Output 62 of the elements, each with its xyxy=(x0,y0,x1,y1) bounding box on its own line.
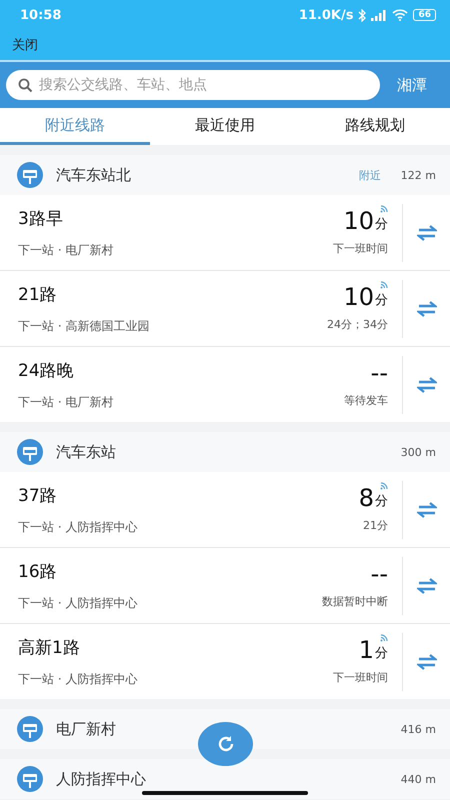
station-distance: 300 m xyxy=(400,446,436,458)
time-unit: 分 xyxy=(375,216,388,233)
bus-stop-icon xyxy=(16,161,44,189)
station-distance: 416 m xyxy=(400,722,436,736)
next-stop: 下一站 · 高新德国工业园 xyxy=(18,318,150,334)
tab[interactable]: 最近使用 xyxy=(150,108,300,145)
station-header[interactable]: 汽车东站 300 m xyxy=(0,432,450,472)
station-name: 汽车东站北 xyxy=(56,166,132,184)
arrival-note: 等待发车 xyxy=(344,393,388,408)
signal-icon xyxy=(371,10,388,20)
station-distance: 122 m xyxy=(400,168,436,182)
arrival-time: -- xyxy=(370,562,388,586)
bus-stop-icon xyxy=(16,715,44,743)
search-icon xyxy=(18,78,33,92)
swap-icon xyxy=(416,376,436,392)
bus-stop-icon xyxy=(16,765,44,793)
wifi-icon xyxy=(392,9,408,21)
station-header[interactable]: 电厂新村 416 m xyxy=(0,709,450,749)
station-header[interactable]: 人防指挥中心 440 m xyxy=(0,759,450,799)
bluetooth-icon xyxy=(358,8,366,22)
arrival-time: -- xyxy=(370,361,388,385)
swap-icon xyxy=(416,224,436,240)
arrival-note: 21分 xyxy=(363,518,388,533)
swap-icon xyxy=(416,300,436,316)
station-name: 人防指挥中心 xyxy=(56,770,147,788)
route-name: 37路 xyxy=(18,484,58,506)
arrival-time: 8 xyxy=(358,486,374,510)
next-stop: 下一站 · 电厂新村 xyxy=(18,242,114,258)
route-name: 24路晚 xyxy=(18,360,75,382)
time-unit: 分 xyxy=(375,493,388,510)
arrival-note: 下一班时间 xyxy=(333,670,388,685)
arrival-time: 10 xyxy=(343,285,374,309)
arrival-note: 24分；34分 xyxy=(327,317,388,332)
time-unit: 分 xyxy=(375,645,388,662)
next-stop: 下一站 · 人防指挥中心 xyxy=(18,670,138,688)
swap-icon xyxy=(416,654,436,670)
next-stop: 下一站 · 人防指挥中心 xyxy=(18,518,138,536)
clock: 10:58 xyxy=(20,8,62,22)
nearby-tag: 附近 xyxy=(358,168,381,182)
arrival-note: 下一班时间 xyxy=(333,241,388,256)
time-unit: 分 xyxy=(375,292,388,309)
station-distance: 440 m xyxy=(400,772,436,786)
search-field[interactable]: 搜索公交线路、车站、地点 xyxy=(6,70,380,100)
station-name: 电厂新村 xyxy=(56,720,117,738)
swap-icon xyxy=(416,502,436,518)
next-stop: 下一站 · 人防指挥中心 xyxy=(18,594,138,612)
net-speed: 11.0K/s xyxy=(298,8,354,22)
arrival-note: 数据暂时中断 xyxy=(322,594,388,609)
route-name: 21路 xyxy=(18,284,58,306)
battery-icon: 66 xyxy=(413,9,436,21)
tab[interactable]: 路线规划 xyxy=(300,108,450,145)
station-header[interactable]: 汽车东站北 附近 122 m xyxy=(0,155,450,195)
station-name: 汽车东站 xyxy=(56,442,117,462)
swap-icon xyxy=(416,578,436,594)
next-stop: 下一站 · 电厂新村 xyxy=(18,394,114,410)
arrival-time: 1 xyxy=(358,638,374,662)
route-name: 3路早 xyxy=(18,208,64,230)
arrival-time: 10 xyxy=(343,209,374,233)
bus-stop-icon xyxy=(16,438,44,466)
close-link[interactable]: 关闭 xyxy=(12,36,38,54)
route-name: 16路 xyxy=(18,560,58,582)
route-name: 高新1路 xyxy=(18,636,81,658)
